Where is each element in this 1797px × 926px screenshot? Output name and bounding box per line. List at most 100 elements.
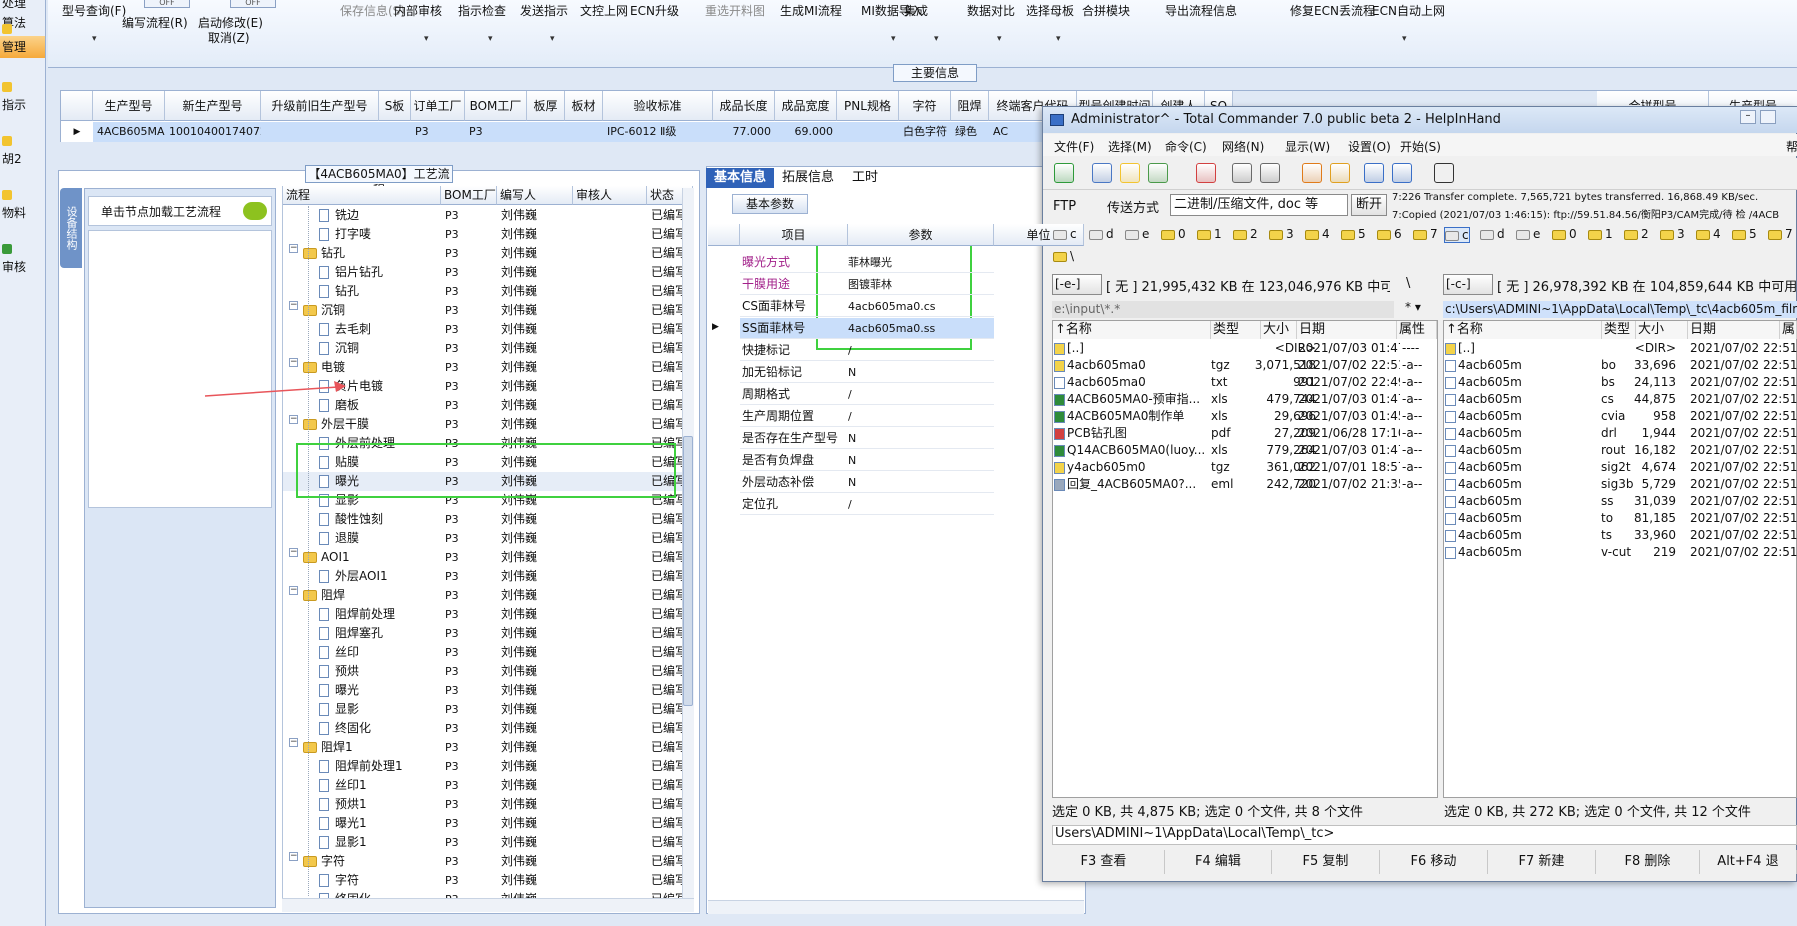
edit-flow-button[interactable]: 编写流程(R) xyxy=(122,14,188,31)
ftp-connect-icon[interactable] xyxy=(1364,163,1384,183)
param-row[interactable]: 曝光方式 菲林曝光 xyxy=(740,252,994,273)
tree-row[interactable]: 铣边 P3 刘伟巍 已编写 xyxy=(283,206,683,225)
tree-row[interactable]: 字符 P3 刘伟巍 已编写 xyxy=(283,871,683,890)
right-file-row[interactable]: 4acb605m ts 33,960 2021/07/02 22:51 xyxy=(1445,527,1797,544)
tree-row[interactable]: 丝印 P3 刘伟巍 已编写 xyxy=(283,643,683,662)
ribbon-button-4[interactable]: 发送指示 xyxy=(520,2,568,18)
tree-row[interactable]: 外层AOI1 P3 刘伟巍 已编写 xyxy=(283,567,683,586)
invert-select-icon[interactable] xyxy=(1196,163,1216,183)
tree-col-header[interactable]: 编写人 xyxy=(497,186,573,205)
drive-button[interactable]: 4 xyxy=(1696,227,1721,241)
drive-button[interactable]: 0 xyxy=(1161,227,1186,241)
tree-row[interactable]: 去毛刺 P3 刘伟巍 已编写 xyxy=(283,320,683,339)
back-icon[interactable] xyxy=(1232,163,1252,183)
main-col-header[interactable]: 阻焊 xyxy=(951,91,989,121)
tree-row[interactable]: − 沉铜 P3 刘伟巍 已编写 xyxy=(283,301,683,320)
transfer-mode-select[interactable]: 二进制/压缩文件, doc 等 xyxy=(1170,194,1348,216)
nav-item-3[interactable]: 指示 xyxy=(0,94,45,116)
newfolder-button[interactable]: F7 新建 xyxy=(1488,850,1596,874)
tree-row[interactable]: − 钻孔 P3 刘伟巍 已编写 xyxy=(283,244,683,263)
main-col-header[interactable]: BOM工厂 xyxy=(465,91,527,121)
left-col-header[interactable]: 属性 xyxy=(1397,321,1437,339)
info-tab-2[interactable]: 工时 xyxy=(844,168,886,188)
param-horizontal-scrollbar[interactable] xyxy=(708,900,1084,914)
tc-menu-item-0[interactable]: 文件(F) xyxy=(1054,138,1094,155)
tree-scrollbar-thumb[interactable] xyxy=(683,436,693,706)
tree-row[interactable]: − 电镀 P3 刘伟巍 已编写 xyxy=(283,358,683,377)
param-col-header[interactable]: 参数 xyxy=(848,224,994,246)
pack-icon[interactable] xyxy=(1302,163,1322,183)
forward-icon[interactable] xyxy=(1260,163,1280,183)
left-col-header[interactable]: 类型 xyxy=(1211,321,1261,339)
info-tab-1[interactable]: 拓展信息 xyxy=(774,168,842,188)
tc-menu-item-5[interactable]: 设置(O) xyxy=(1348,138,1391,155)
drive-button[interactable]: d xyxy=(1089,227,1114,241)
device-structure-tab[interactable]: 设备结构 xyxy=(60,188,82,268)
unpack-icon[interactable] xyxy=(1330,163,1350,183)
param-value[interactable]: N xyxy=(848,362,992,383)
collapse-icon[interactable]: − xyxy=(289,548,298,557)
command-line[interactable]: Users\ADMINI~1\AppData\Local\Temp\_tc> xyxy=(1052,825,1797,845)
disconnect-button[interactable]: 断开 xyxy=(1351,194,1387,216)
collapse-icon[interactable]: − xyxy=(289,852,298,861)
drive-button[interactable]: 2 xyxy=(1624,227,1649,241)
right-file-row[interactable]: 4acb605m drl 1,944 2021/07/02 22:51 xyxy=(1445,425,1797,442)
copy-button[interactable]: F5 复制 xyxy=(1272,850,1380,874)
ribbon-button-16[interactable]: ECN自动上网 xyxy=(1372,2,1445,18)
ribbon-button-10[interactable]: 集成 xyxy=(904,2,928,18)
right-file-row[interactable]: 4acb605m sig3b 5,729 2021/07/02 22:51 xyxy=(1445,476,1797,493)
nav-item-6[interactable]: 审核 xyxy=(0,256,45,278)
dropdown-arrow-icon[interactable]: ▾ xyxy=(550,34,555,44)
exit-button[interactable]: Alt+F4 退 xyxy=(1700,850,1797,874)
main-col-header[interactable]: S板 xyxy=(379,91,411,121)
collapse-icon[interactable]: − xyxy=(289,738,298,747)
main-col-header[interactable]: 板厚 xyxy=(527,91,565,121)
right-file-row[interactable]: 4acb605m to 81,185 2021/07/02 22:51 xyxy=(1445,510,1797,527)
param-value[interactable]: N xyxy=(848,428,992,449)
drive-button[interactable]: c xyxy=(1053,227,1077,241)
nav-item-4[interactable]: 胡2 xyxy=(0,148,45,170)
tree-col-header[interactable]: BOM工厂 xyxy=(441,186,497,205)
tree-row[interactable]: 打字唛 P3 刘伟巍 已编写 xyxy=(283,225,683,244)
drive-button[interactable]: 3 xyxy=(1660,227,1685,241)
tc-menu-item-6[interactable]: 开始(S) xyxy=(1400,138,1441,155)
drive-button[interactable]: 5 xyxy=(1732,227,1757,241)
param-value[interactable]: N xyxy=(848,450,992,471)
tree-row[interactable]: 预烘 P3 刘伟巍 已编写 xyxy=(283,662,683,681)
main-col-header[interactable]: 字符 xyxy=(899,91,951,121)
param-row[interactable]: 定位孔 / xyxy=(740,494,994,515)
left-file-row[interactable]: 4ACB605MA0-预审指... xls 479,744 2021/07/03 01… xyxy=(1054,391,1438,408)
drive-button[interactable]: 0 xyxy=(1552,227,1577,241)
right-file-row[interactable]: 4acb605m bo 33,696 2021/07/02 22:51 xyxy=(1445,357,1797,374)
tree-row[interactable]: 曝光 P3 刘伟巍 已编写 xyxy=(283,472,683,491)
left-col-header[interactable]: 日期 xyxy=(1297,321,1397,339)
param-value[interactable]: 4acb605ma0.cs xyxy=(848,296,992,317)
view-button[interactable]: F3 查看 xyxy=(1043,850,1165,874)
edit-button[interactable]: F4 编辑 xyxy=(1165,850,1272,874)
tree-row[interactable]: 阻焊前处理1 P3 刘伟巍 已编写 xyxy=(283,757,683,776)
move-button[interactable]: F6 移动 xyxy=(1380,850,1488,874)
tree-row[interactable]: 贴膜 P3 刘伟巍 已编写 xyxy=(283,453,683,472)
ribbon-button-12[interactable]: 选择母板 xyxy=(1026,2,1074,18)
main-col-header[interactable]: 升级前旧生产型号 xyxy=(261,91,379,121)
left-file-row[interactable]: 4acb605ma0 tgz 3,071,518 2021/07/02 22:51 -a… xyxy=(1054,357,1438,374)
url-connect-icon[interactable] xyxy=(1392,163,1412,183)
dropdown-arrow-icon[interactable]: ▾ xyxy=(424,34,429,44)
drive-button[interactable]: 3 xyxy=(1269,227,1294,241)
tree-row[interactable]: 阻焊塞孔 P3 刘伟巍 已编写 xyxy=(283,624,683,643)
right-col-header[interactable]: ↑名称 xyxy=(1444,321,1602,339)
dropdown-arrow-icon[interactable]: ▾ xyxy=(997,34,1002,44)
drive-button[interactable]: 1 xyxy=(1197,227,1222,241)
tree-row[interactable]: 曝光 P3 刘伟巍 已编写 xyxy=(283,681,683,700)
left-file-row[interactable]: [..] <DIR> 2021/07/03 01:47 ---- xyxy=(1054,340,1438,357)
right-col-header[interactable]: 类型 xyxy=(1602,321,1636,339)
right-col-header[interactable]: 大小 xyxy=(1636,321,1688,339)
dropdown-arrow-icon[interactable]: ▾ xyxy=(934,34,939,44)
nav-item-2[interactable]: 管理 xyxy=(0,36,45,58)
right-path-bar[interactable]: c:\Users\ADMINI~1\AppData\Local\Temp\_tc… xyxy=(1443,301,1797,318)
param-row[interactable]: CS面菲林号 4acb605ma0.cs xyxy=(740,296,994,317)
tree-row[interactable]: 退膜 P3 刘伟巍 已编写 xyxy=(283,529,683,548)
main-col-header[interactable]: 生产型号 xyxy=(93,91,165,121)
tree-row[interactable]: − 外层干膜 P3 刘伟巍 已编写 xyxy=(283,415,683,434)
drive-button[interactable]: 7 xyxy=(1768,227,1793,241)
